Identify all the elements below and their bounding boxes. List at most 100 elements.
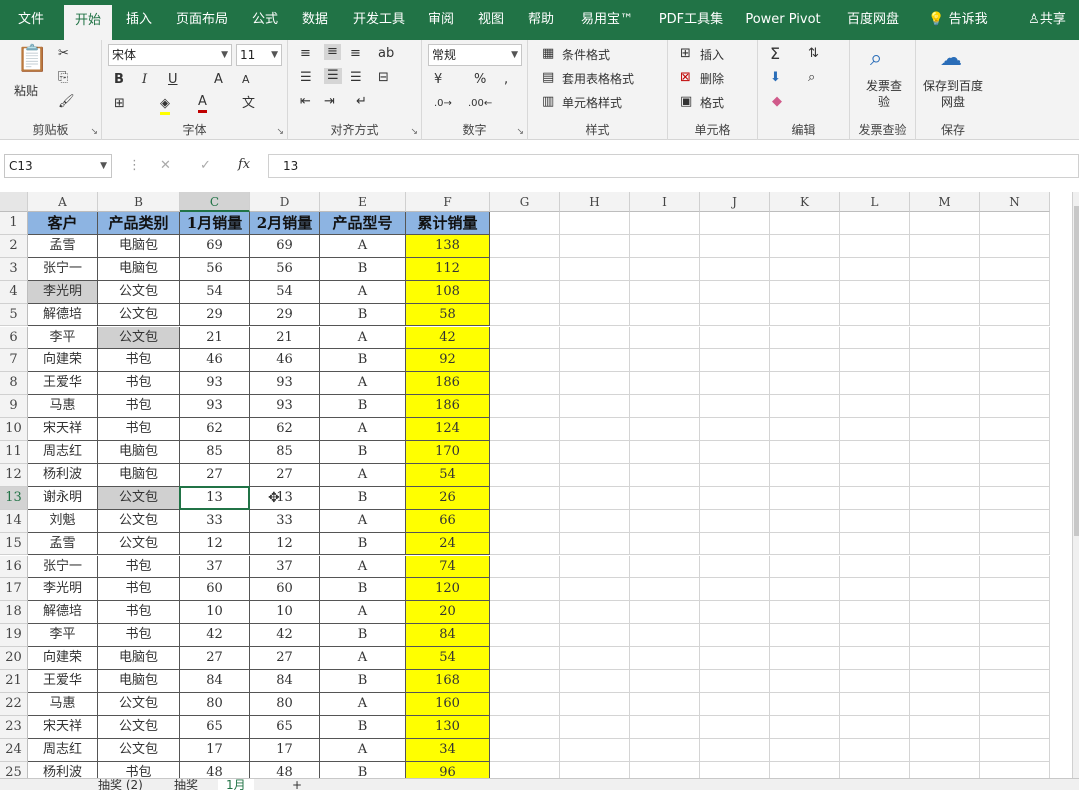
column-header-f[interactable]: F [406,192,490,212]
table-cell[interactable] [770,349,840,373]
table-cell[interactable]: 书包 [98,761,180,778]
table-cell[interactable]: A [320,418,406,441]
tab-view[interactable]: 视图 [470,4,512,36]
share-button[interactable]: ♙共享 [1018,4,1076,36]
tab-page-layout[interactable]: 页面布局 [170,4,234,36]
table-cell[interactable] [910,395,980,419]
table-cell[interactable] [980,486,1050,510]
table-cell[interactable]: B [320,715,406,739]
table-cell[interactable] [490,532,560,556]
table-cell[interactable]: 李平 [28,624,98,648]
table-cell[interactable] [770,715,840,739]
table-cell[interactable] [910,715,980,739]
table-cell[interactable]: 张宁一 [28,257,98,281]
table-cell[interactable] [700,486,770,510]
table-cell[interactable] [910,441,980,464]
table-cell[interactable]: A [320,692,406,716]
table-cell[interactable] [910,578,980,602]
table-cell[interactable] [560,624,630,648]
table-cell[interactable]: B [320,532,406,556]
tab-insert[interactable]: 插入 [118,4,160,36]
table-cell[interactable]: 42 [180,624,250,648]
table-cell[interactable] [560,326,630,350]
column-header-l[interactable]: L [840,192,910,212]
table-cell[interactable]: 电脑包 [98,463,180,487]
table-cell[interactable] [560,395,630,419]
table-cell[interactable]: 公文包 [98,280,180,304]
table-cell[interactable]: 周志红 [28,738,98,762]
table-cell[interactable] [630,418,700,441]
table-cell[interactable] [630,555,700,579]
table-cell[interactable]: 书包 [98,624,180,648]
table-cell[interactable] [840,395,910,419]
table-cell[interactable]: 56 [250,257,320,281]
table-cell[interactable]: 80 [250,692,320,716]
table-cell[interactable] [630,738,700,762]
table-cell[interactable] [630,463,700,487]
table-cell[interactable]: 62 [180,418,250,441]
table-cell[interactable] [490,395,560,419]
table-cell[interactable]: 160 [406,692,490,716]
font-size-select[interactable]: 11 ▼ [236,44,282,66]
table-cell[interactable] [560,555,630,579]
insert-function-button[interactable]: fx [238,157,250,173]
table-cell[interactable] [840,509,910,533]
table-cell[interactable] [630,372,700,396]
table-cell[interactable]: 46 [250,349,320,373]
table-cell[interactable] [840,601,910,625]
row-header-15[interactable]: 15 [0,532,28,556]
table-cell[interactable] [560,715,630,739]
table-cell[interactable] [840,670,910,693]
sort-filter-icon[interactable]: ⇅ [808,46,819,62]
table-cell[interactable] [700,349,770,373]
table-cell[interactable] [910,463,980,487]
table-cell[interactable] [770,395,840,419]
column-header-i[interactable]: I [630,192,700,212]
table-cell[interactable]: 12 [180,532,250,556]
table-cell[interactable]: 向建荣 [28,349,98,373]
table-cell[interactable]: A [320,463,406,487]
table-cell[interactable] [490,670,560,693]
table-cell[interactable] [910,418,980,441]
table-cell[interactable] [630,578,700,602]
table-cell[interactable]: 48 [180,761,250,778]
percent-button[interactable]: % [474,72,486,88]
table-cell[interactable] [700,647,770,670]
table-cell[interactable] [560,578,630,602]
table-cell[interactable] [630,349,700,373]
table-cell[interactable] [980,555,1050,579]
table-cell[interactable] [700,280,770,304]
table-cell[interactable]: 公文包 [98,738,180,762]
table-cell[interactable] [700,326,770,350]
table-cell[interactable] [770,738,840,762]
table-cell[interactable]: 37 [180,555,250,579]
table-cell[interactable]: 27 [180,463,250,487]
table-cell[interactable] [560,738,630,762]
number-launcher-icon[interactable]: ↘ [516,127,524,137]
table-cell[interactable] [840,555,910,579]
italic-button[interactable]: I [142,72,147,88]
row-header-17[interactable]: 17 [0,578,28,602]
table-cell[interactable] [840,326,910,350]
table-cell[interactable] [700,418,770,441]
table-header-cell[interactable]: 客户 [28,212,98,235]
borders-icon[interactable]: ⊞ [114,96,125,112]
row-header-23[interactable]: 23 [0,715,28,739]
tab-formulas[interactable]: 公式 [244,4,286,36]
table-cell[interactable] [770,326,840,350]
table-cell[interactable]: B [320,303,406,327]
table-cell[interactable]: 54 [250,280,320,304]
table-cell[interactable] [490,372,560,396]
table-header-cell[interactable]: 产品型号 [320,212,406,235]
sheet-tab-lottery[interactable]: 抽奖 [166,779,206,790]
table-cell[interactable] [490,692,560,716]
table-cell[interactable]: 27 [180,647,250,670]
table-cell[interactable] [910,624,980,648]
column-header-e[interactable]: E [320,192,406,212]
table-cell[interactable] [910,372,980,396]
table-cell[interactable]: 33 [250,509,320,533]
table-cell[interactable] [630,257,700,281]
table-cell[interactable] [910,486,980,510]
table-cell[interactable]: 74 [406,555,490,579]
table-cell[interactable] [980,349,1050,373]
